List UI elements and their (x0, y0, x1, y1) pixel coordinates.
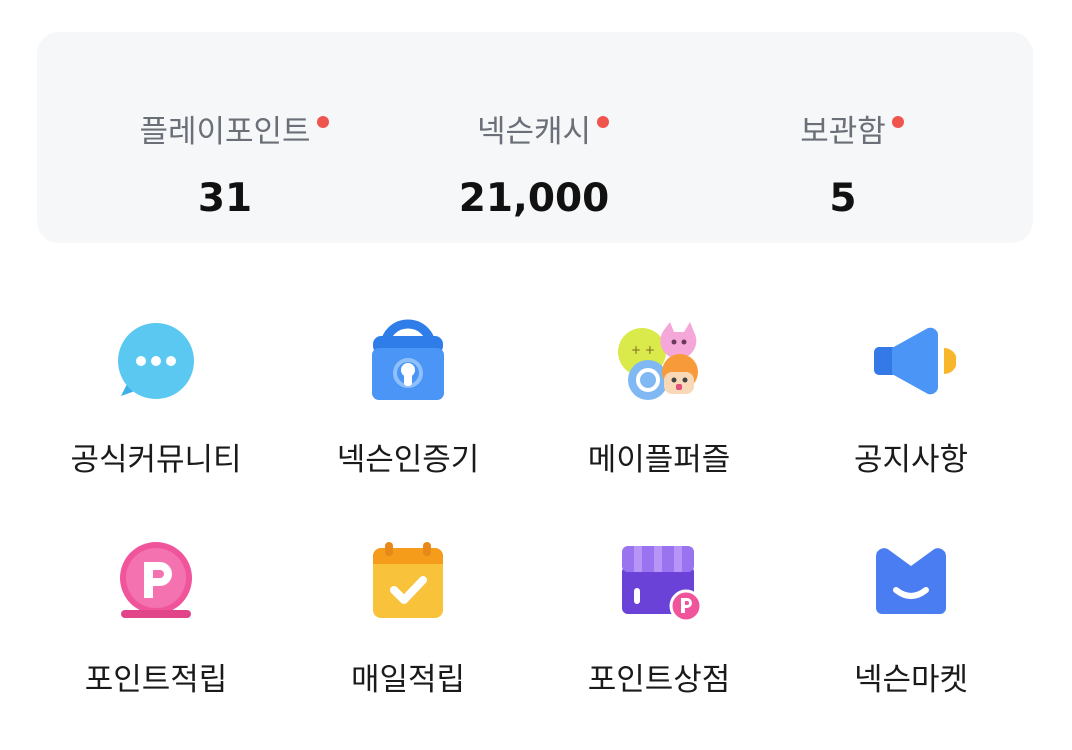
menu-label: 공지사항 (853, 442, 969, 478)
stat-value: 5 (829, 176, 857, 221)
menu-nexon-market[interactable]: 넥슨마켓 (801, 538, 1021, 718)
calendar-check-icon (363, 538, 453, 628)
megaphone-icon (866, 318, 956, 408)
menu-notice[interactable]: 공지사항 (801, 318, 1021, 498)
stat-label: 플레이포인트 (139, 114, 311, 150)
stats-card: 플레이포인트 31 넥슨캐시 21,000 보관함 5 (37, 32, 1033, 243)
new-badge-dot (316, 116, 329, 128)
stat-label: 보관함 (800, 114, 886, 150)
point-coin-icon (111, 538, 201, 628)
menu-daily-points[interactable]: 매일적립 (298, 538, 518, 718)
stat-play-point[interactable]: 플레이포인트 31 (95, 32, 355, 243)
menu-point-store[interactable]: 포인트상점 (549, 538, 769, 718)
menu-label: 매일적립 (350, 662, 466, 698)
menu-official-community[interactable]: 공식커뮤니티 (46, 318, 266, 498)
lock-icon (363, 318, 453, 408)
store-icon (614, 538, 704, 628)
stat-value: 21,000 (458, 176, 610, 221)
stat-value: 31 (197, 176, 253, 221)
market-smile-icon (866, 538, 956, 628)
menu-maple-puzzle[interactable]: + + 메이플퍼즐 (549, 318, 769, 498)
menu-label: 메이플퍼즐 (587, 442, 731, 478)
menu-earn-points[interactable]: 포인트적립 (46, 538, 266, 718)
menu-label: 넥슨인증기 (336, 442, 480, 478)
menu-label: 포인트적립 (84, 662, 228, 698)
new-badge-dot (891, 116, 904, 128)
menu-nexon-authenticator[interactable]: 넥슨인증기 (298, 318, 518, 498)
menu-label: 넥슨마켓 (853, 662, 969, 698)
puzzle-characters-icon: + + (614, 318, 704, 408)
stat-label: 넥슨캐시 (476, 114, 592, 150)
menu-label: 공식커뮤니티 (70, 442, 242, 478)
stat-storage[interactable]: 보관함 5 (713, 32, 973, 243)
svg-text:+ +: + + (631, 343, 655, 357)
chat-bubble-icon (111, 318, 201, 408)
menu-label: 포인트상점 (587, 662, 731, 698)
stat-nexon-cash[interactable]: 넥슨캐시 21,000 (404, 32, 664, 243)
new-badge-dot (597, 116, 610, 128)
